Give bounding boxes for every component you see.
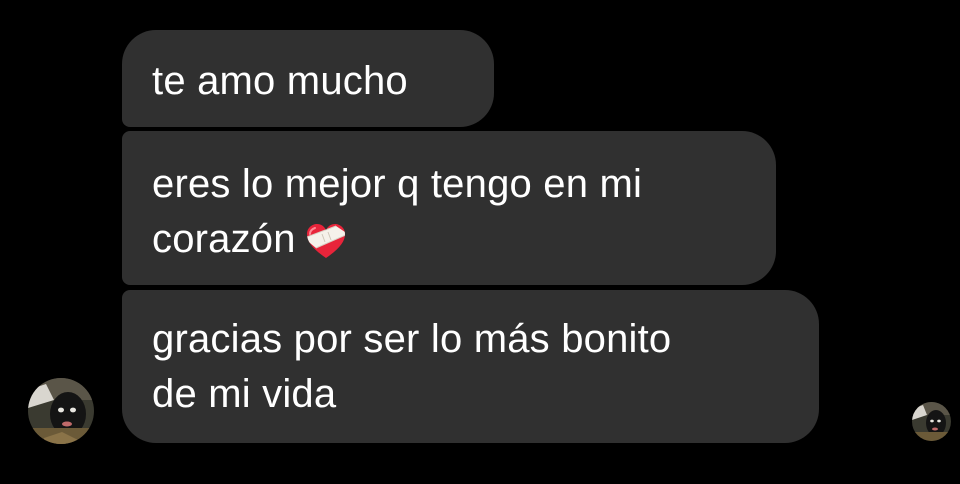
read-receipt-avatar (912, 402, 951, 441)
message-text: corazón (152, 217, 296, 261)
message-text-line-with-emoji: corazón (152, 212, 750, 275)
message-text-line: te amo mucho (152, 59, 408, 103)
profile-photo-icon (28, 378, 94, 444)
chat-screen: te amo mucho eres lo mejor q tengo en mi… (0, 0, 960, 484)
mending-heart-icon (306, 220, 346, 275)
sender-avatar[interactable] (28, 378, 94, 444)
message-text-line: eres lo mejor q tengo en mi (152, 162, 643, 206)
message-bubble[interactable]: gracias por ser lo más bonito de mi vida (122, 290, 819, 443)
message-bubble[interactable]: te amo mucho (122, 30, 494, 127)
message-text-line: de mi vida (152, 372, 337, 416)
message-text-line: gracias por ser lo más bonito (152, 317, 672, 361)
message-bubble[interactable]: eres lo mejor q tengo en mi corazón (122, 131, 776, 285)
seen-avatar-icon (912, 402, 951, 441)
